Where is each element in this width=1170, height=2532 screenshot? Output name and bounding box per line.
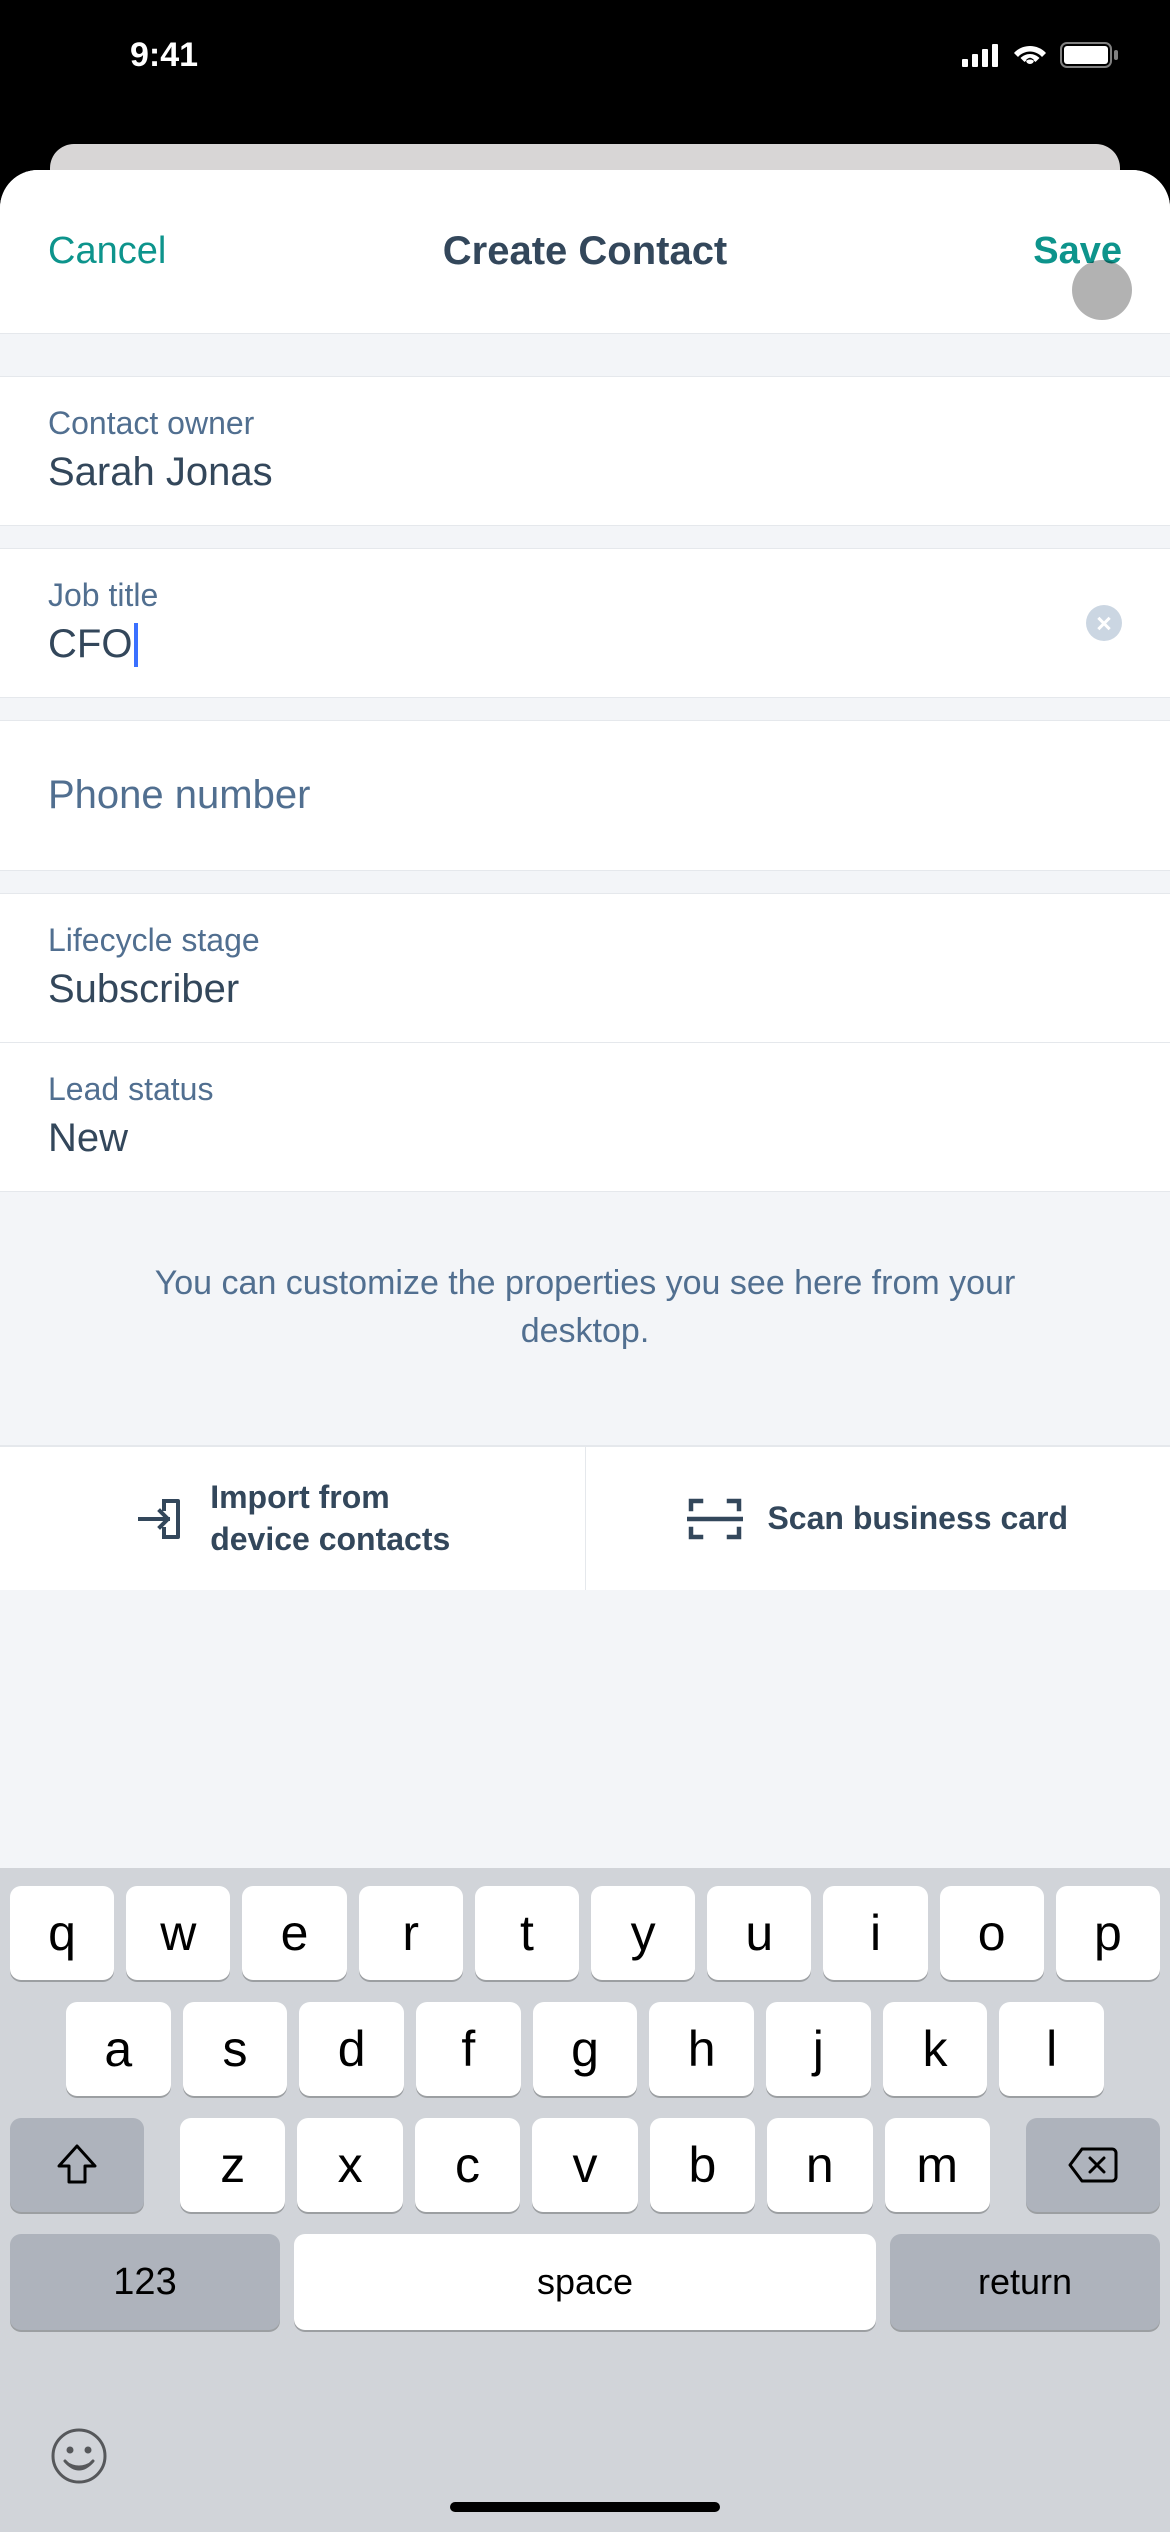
import-actions: Import from device contacts Scan busines… <box>0 1445 1170 1590</box>
phone-number-placeholder: Phone number <box>48 773 1122 818</box>
key-x[interactable]: x <box>297 2118 402 2212</box>
key-e[interactable]: e <box>242 1886 346 1980</box>
numeric-key[interactable]: 123 <box>10 2234 280 2330</box>
battery-icon <box>1060 42 1120 68</box>
status-bar: 9:41 <box>0 0 1170 110</box>
wifi-icon <box>1012 42 1048 68</box>
key-h[interactable]: h <box>649 2002 754 2096</box>
key-a[interactable]: a <box>66 2002 171 2096</box>
key-d[interactable]: d <box>299 2002 404 2096</box>
status-time: 9:41 <box>60 36 198 75</box>
import-icon <box>134 1493 186 1545</box>
shift-key[interactable] <box>10 2118 144 2212</box>
lifecycle-stage-value: Subscriber <box>48 967 1122 1012</box>
backspace-icon <box>1068 2147 1118 2183</box>
key-g[interactable]: g <box>533 2002 638 2096</box>
scan-icon <box>687 1497 743 1541</box>
key-i[interactable]: i <box>823 1886 927 1980</box>
key-c[interactable]: c <box>415 2118 520 2212</box>
key-m[interactable]: m <box>885 2118 990 2212</box>
key-w[interactable]: w <box>126 1886 230 1980</box>
key-q[interactable]: q <box>10 1886 114 1980</box>
lead-status-field[interactable]: Lead status New <box>0 1043 1170 1192</box>
key-l[interactable]: l <box>999 2002 1104 2096</box>
key-k[interactable]: k <box>883 2002 988 2096</box>
lead-status-label: Lead status <box>48 1071 1122 1108</box>
emoji-icon <box>50 2427 108 2485</box>
space-key[interactable]: space <box>294 2234 876 2330</box>
backspace-key[interactable] <box>1026 2118 1160 2212</box>
home-indicator[interactable] <box>450 2502 720 2512</box>
job-title-label: Job title <box>48 577 1122 614</box>
emoji-key[interactable] <box>50 2427 108 2498</box>
lifecycle-stage-field[interactable]: Lifecycle stage Subscriber <box>0 893 1170 1043</box>
scan-card-button[interactable]: Scan business card <box>586 1447 1170 1590</box>
modal-sheet: Cancel Create Contact Save Contact owner… <box>0 170 1170 2532</box>
key-n[interactable]: n <box>767 2118 872 2212</box>
key-v[interactable]: v <box>532 2118 637 2212</box>
key-u[interactable]: u <box>707 1886 811 1980</box>
key-r[interactable]: r <box>359 1886 463 1980</box>
key-j[interactable]: j <box>766 2002 871 2096</box>
status-icons <box>962 42 1120 68</box>
contact-owner-field[interactable]: Contact owner Sarah Jonas <box>0 376 1170 526</box>
page-title: Create Contact <box>443 229 728 274</box>
cellular-icon <box>962 43 1000 67</box>
import-contacts-label: Import from device contacts <box>210 1477 450 1560</box>
save-button[interactable]: Save <box>1033 230 1122 273</box>
key-o[interactable]: o <box>940 1886 1044 1980</box>
touch-indicator <box>1072 260 1132 320</box>
customize-tip: You can customize the properties you see… <box>0 1192 1170 1445</box>
phone-number-field[interactable]: Phone number <box>0 720 1170 871</box>
key-z[interactable]: z <box>180 2118 285 2212</box>
nav-header: Cancel Create Contact Save <box>0 170 1170 334</box>
lifecycle-stage-label: Lifecycle stage <box>48 922 1122 959</box>
shift-icon <box>55 2144 99 2186</box>
key-y[interactable]: y <box>591 1886 695 1980</box>
key-p[interactable]: p <box>1056 1886 1160 1980</box>
job-title-field[interactable]: Job title CFO <box>0 548 1170 698</box>
key-t[interactable]: t <box>475 1886 579 1980</box>
import-contacts-button[interactable]: Import from device contacts <box>0 1447 586 1590</box>
contact-owner-label: Contact owner <box>48 405 1122 442</box>
contact-owner-value: Sarah Jonas <box>48 450 1122 495</box>
clear-input-button[interactable] <box>1086 605 1122 641</box>
key-f[interactable]: f <box>416 2002 521 2096</box>
lead-status-value: New <box>48 1116 1122 1161</box>
scan-card-label: Scan business card <box>767 1498 1068 1540</box>
return-key[interactable]: return <box>890 2234 1160 2330</box>
form-list: Contact owner Sarah Jonas Job title CFO … <box>0 376 1170 1590</box>
job-title-input[interactable]: CFO <box>48 622 132 667</box>
key-s[interactable]: s <box>183 2002 288 2096</box>
key-b[interactable]: b <box>650 2118 755 2212</box>
text-caret <box>134 623 138 667</box>
keyboard: qwertyuiop asdfghjkl zxcvbnm 123 space r… <box>0 1868 1170 2532</box>
cancel-button[interactable]: Cancel <box>48 230 166 273</box>
